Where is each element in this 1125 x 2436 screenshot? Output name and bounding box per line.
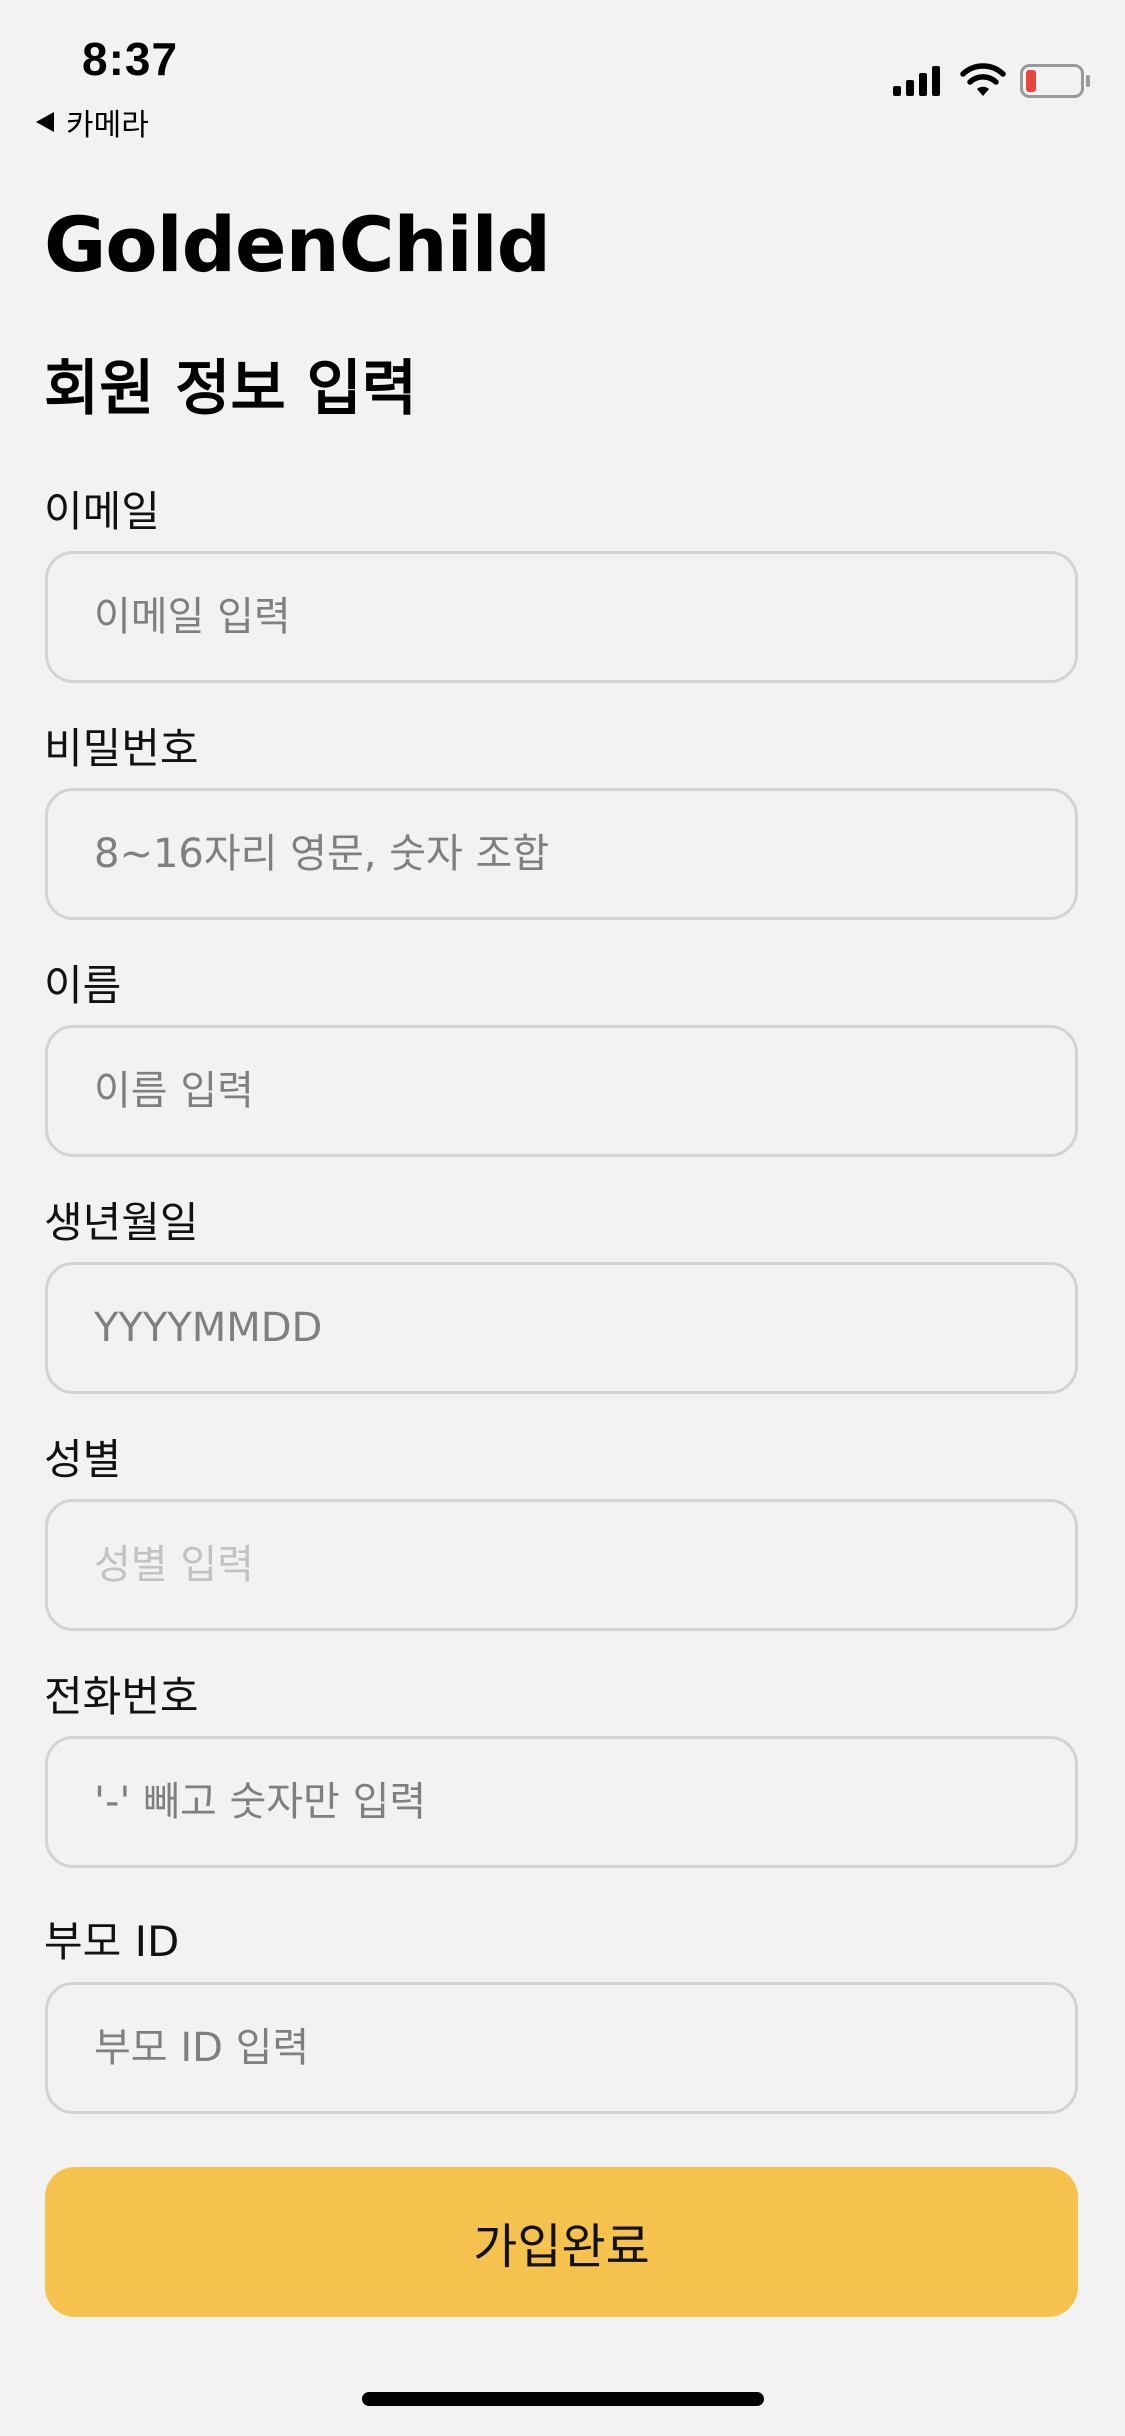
home-indicator[interactable]	[362, 2392, 764, 2406]
parent-id-field-box	[45, 1982, 1078, 2114]
status-time: 8:37	[82, 33, 179, 85]
email-label: 이메일	[44, 487, 160, 536]
phone-input[interactable]	[48, 1739, 1075, 1865]
back-app-label: 카메라	[66, 108, 149, 143]
page-title: 회원 정보 입력	[44, 354, 417, 424]
password-label: 비밀번호	[44, 724, 199, 773]
birthdate-label: 생년월일	[44, 1198, 199, 1247]
back-to-app-button[interactable]: 카메라	[36, 100, 149, 144]
parent-id-input[interactable]	[48, 1985, 1075, 2111]
birthdate-field-box	[45, 1262, 1078, 1394]
email-field-box	[45, 551, 1078, 683]
name-label: 이름	[44, 961, 122, 1010]
parent-id-label: 부모 ID	[44, 1917, 180, 1966]
brand-logo-text: GoldenChild	[44, 200, 551, 289]
name-input[interactable]	[48, 1028, 1075, 1154]
signal-icon	[893, 66, 940, 96]
gender-input[interactable]	[48, 1502, 1075, 1628]
password-field-box	[45, 788, 1078, 920]
email-input[interactable]	[48, 554, 1075, 680]
gender-field-box	[45, 1499, 1078, 1631]
birthdate-input[interactable]	[48, 1265, 1075, 1391]
wifi-icon	[960, 63, 1006, 96]
battery-icon	[1020, 64, 1090, 98]
phone-label: 전화번호	[44, 1672, 199, 1721]
name-field-box	[45, 1025, 1078, 1157]
phone-field-box	[45, 1736, 1078, 1868]
back-triangle-icon	[36, 112, 54, 132]
signup-complete-button[interactable]: 가입완료	[45, 2167, 1078, 2317]
gender-label: 성별	[44, 1435, 122, 1484]
password-input[interactable]	[48, 791, 1075, 917]
